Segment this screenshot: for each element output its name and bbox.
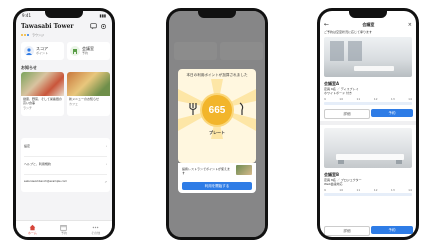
shortcut-sub: 予約 (82, 51, 89, 55)
menu-label: 設定 (24, 144, 31, 148)
room-list-screen: ← 会議室 × ご予約は空室状況に応じて承ります 会議室A 定員 6名 ／ ディ… (320, 11, 416, 237)
shortcut-sub: ポイント (36, 51, 49, 55)
notch (45, 11, 83, 18)
time-slot[interactable]: 10 (339, 97, 343, 101)
page-title: Tawasabi Tower (21, 23, 74, 30)
room-image (324, 37, 412, 77)
time-slot[interactable]: 13 (391, 188, 395, 192)
notch (349, 11, 387, 18)
tab-label: ホーム (27, 230, 37, 235)
confirm-button[interactable]: 利用を開始する (182, 182, 252, 190)
chevron-right-icon: › (105, 162, 107, 166)
promo-section: 提携レストランでポイントが使えます 利用を開始する (178, 163, 256, 193)
news-card[interactable]: 新メニューのお知らせ カフェ (67, 72, 110, 116)
menu-label: ヘルプと、利用規約 (24, 162, 51, 166)
time-slot[interactable]: 14 (408, 97, 412, 101)
divider (24, 156, 107, 157)
divider (24, 174, 107, 175)
subtitle: ラウンジ (32, 33, 45, 37)
knife-icon (239, 102, 244, 115)
settings-icon[interactable] (100, 23, 107, 30)
room-name: 会議室B (324, 172, 340, 177)
tab-more[interactable]: その他 (91, 224, 100, 235)
tab-label: 予約 (60, 230, 67, 235)
status-time: 9:41 (22, 13, 31, 18)
back-arrow-icon[interactable]: ← (324, 21, 329, 28)
promo-image (236, 165, 252, 175)
news-card[interactable]: 健康、野菜、そして栄養価の高い食事 ランチ (21, 72, 64, 116)
news-meta: カフェ (69, 102, 79, 106)
phone-points-modal: 本日の利用ポイントが加算されました 665 プレート 提携レストランでポイントが… (166, 8, 268, 240)
time-slot[interactable]: 9 (324, 188, 326, 192)
menu-item-settings[interactable]: 設定 › (24, 144, 107, 148)
time-slot[interactable]: 13 (391, 97, 395, 101)
menu-item-email[interactable]: sakuraworkbench@example.com ↗ (24, 180, 107, 184)
chat-icon[interactable] (90, 23, 97, 30)
chair-icon (70, 46, 80, 56)
availability-bar (324, 102, 412, 105)
rank-label: プレート (209, 130, 225, 135)
close-icon[interactable]: × (408, 22, 412, 28)
news-image (21, 72, 64, 96)
detail-button[interactable]: 詳細 (324, 109, 370, 119)
fork-icon (189, 103, 197, 115)
battery-icon: ▮▮▮ (99, 13, 106, 18)
home-icon (29, 224, 36, 230)
time-slot[interactable]: 12 (374, 188, 378, 192)
news-title: 健康、野菜、そして栄養価の高い食事 (23, 97, 62, 105)
time-slot[interactable]: 11 (357, 97, 361, 101)
detail-button[interactable]: 詳細 (324, 226, 370, 236)
notice-text: ご予約は空室状況に応じて承ります (324, 30, 373, 34)
person-icon (24, 46, 34, 56)
divider (320, 121, 416, 125)
news-image (67, 72, 110, 96)
shortcut-card-room[interactable]: 会議室 予約 (67, 42, 110, 60)
room-name: 会議室A (324, 81, 340, 86)
subtitle-row: ラウンジ (21, 33, 44, 37)
room-detail: Web会議対応 (324, 182, 343, 186)
external-link-icon: ↗ (104, 180, 107, 184)
phone-room-list: ← 会議室 × ご予約は空室状況に応じて承ります 会議室A 定員 6名 ／ ディ… (317, 8, 419, 240)
phone-home-screen: 9:41 ▮▮▮ Tawasabi Tower ラウンジ スコア ポイント 会議… (13, 8, 115, 240)
tab-bar: ホーム 予約 その他 (16, 220, 112, 237)
tab-home[interactable]: ホーム (28, 224, 37, 235)
time-slot[interactable]: 11 (357, 188, 361, 192)
book-button[interactable]: 予約 (371, 226, 413, 234)
menu-item-help[interactable]: ヘルプと、利用規約 › (24, 162, 107, 166)
menu-list: 設定 › ヘルプと、利用規約 › sakuraworkbench@example… (21, 138, 110, 192)
tab-label: その他 (91, 230, 101, 235)
promo-text: 提携レストランでポイントが使えます (182, 167, 231, 175)
calendar-icon (60, 224, 68, 231)
header-title: 会議室 (362, 22, 375, 27)
time-slot[interactable]: 14 (408, 188, 412, 192)
chevron-right-icon: › (105, 144, 107, 148)
time-slots: 9 10 11 12 13 14 (324, 97, 412, 101)
menu-label: sakuraworkbench@example.com (24, 180, 68, 183)
modal-title: 本日の利用ポイントが加算されました (186, 73, 248, 77)
points-value: 665 (208, 104, 226, 116)
notch (198, 11, 236, 18)
time-slot[interactable]: 9 (324, 97, 326, 101)
room-detail: ホワイトボード 付き (324, 91, 352, 95)
time-slots: 9 10 11 12 13 14 (324, 188, 412, 192)
points-screen: 本日の利用ポイントが加算されました 665 プレート 提携レストランでポイントが… (169, 11, 265, 237)
news-heading: お知らせ (21, 65, 37, 70)
header: ← 会議室 × (324, 21, 412, 28)
points-modal: 本日の利用ポイントが加算されました 665 プレート (178, 69, 256, 163)
book-button[interactable]: 予約 (371, 109, 413, 117)
availability-bar (324, 193, 412, 196)
room-image (324, 128, 412, 168)
tab-reservation[interactable]: 予約 (60, 224, 68, 235)
time-slot[interactable]: 10 (339, 188, 343, 192)
time-slot[interactable]: 12 (374, 97, 378, 101)
news-meta: ランチ (23, 106, 33, 110)
home-screen: 9:41 ▮▮▮ Tawasabi Tower ラウンジ スコア ポイント 会議… (16, 11, 112, 237)
more-icon (92, 226, 99, 228)
points-badge: 665 (202, 95, 232, 125)
shortcut-card-score[interactable]: スコア ポイント (21, 42, 64, 60)
